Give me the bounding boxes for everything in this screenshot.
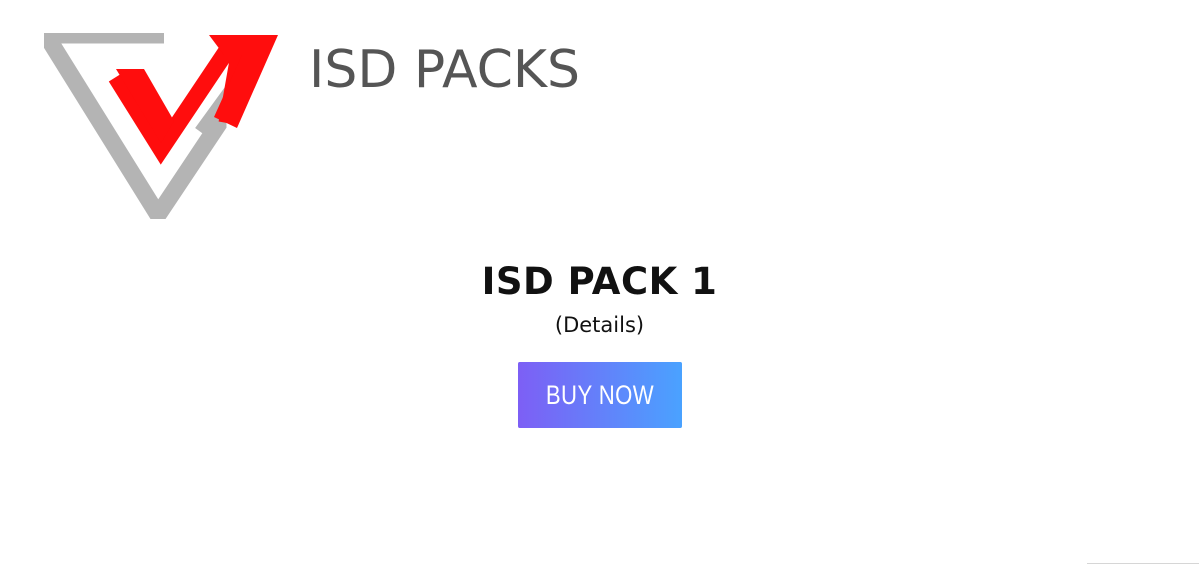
product-name: ISD PACK 1: [481, 260, 718, 303]
product-details-link[interactable]: (Details): [0, 312, 1199, 338]
isd-v-logo-icon[interactable]: [44, 33, 282, 219]
page: ISD PACKS ISD PACK 1 (Details) BUY NOW: [0, 0, 1199, 564]
buy-now-label: BUY NOW: [545, 380, 654, 410]
buy-now-button[interactable]: BUY NOW: [517, 362, 682, 428]
site-title: ISD PACKS: [309, 40, 581, 100]
product-card: ISD PACK 1 (Details) BUY NOW: [0, 258, 1199, 428]
